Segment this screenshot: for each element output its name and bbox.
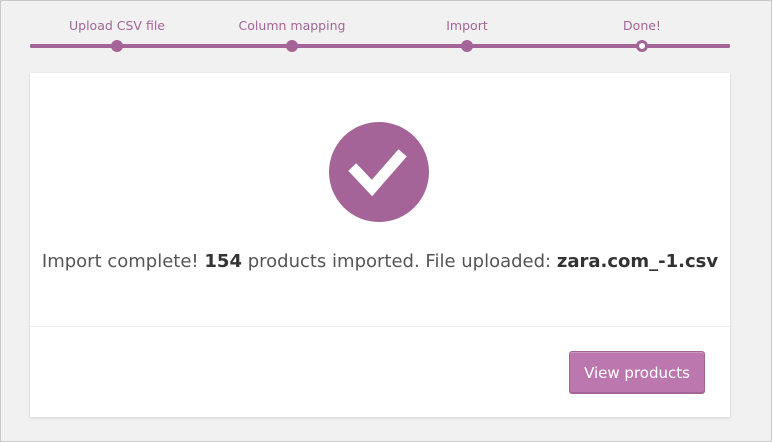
uploaded-filename: zara.com_-1.csv <box>556 251 719 272</box>
step-dot-done <box>636 40 648 52</box>
view-products-button[interactable]: View products <box>569 351 705 393</box>
import-result-card: Import complete! 154 products imported. … <box>30 73 730 417</box>
step-label-done: Done! <box>623 18 661 33</box>
checkmark-icon <box>329 122 429 222</box>
progress-steps: Upload CSV file Column mapping Import Do… <box>1 1 772 61</box>
step-dot-upload-csv <box>111 40 123 52</box>
progress-track <box>30 44 730 48</box>
message-middle: products imported. File uploaded: <box>247 251 552 272</box>
message-prefix: Import complete! <box>41 251 199 272</box>
step-label-import: Import <box>446 18 488 33</box>
import-complete-message: Import complete! 154 products imported. … <box>30 251 730 272</box>
card-divider <box>30 326 730 327</box>
step-label-upload-csv: Upload CSV file <box>69 18 165 33</box>
step-dot-column-mapping <box>286 40 298 52</box>
step-dot-import <box>461 40 473 52</box>
step-label-column-mapping: Column mapping <box>238 18 346 33</box>
imported-count: 154 <box>204 251 242 272</box>
